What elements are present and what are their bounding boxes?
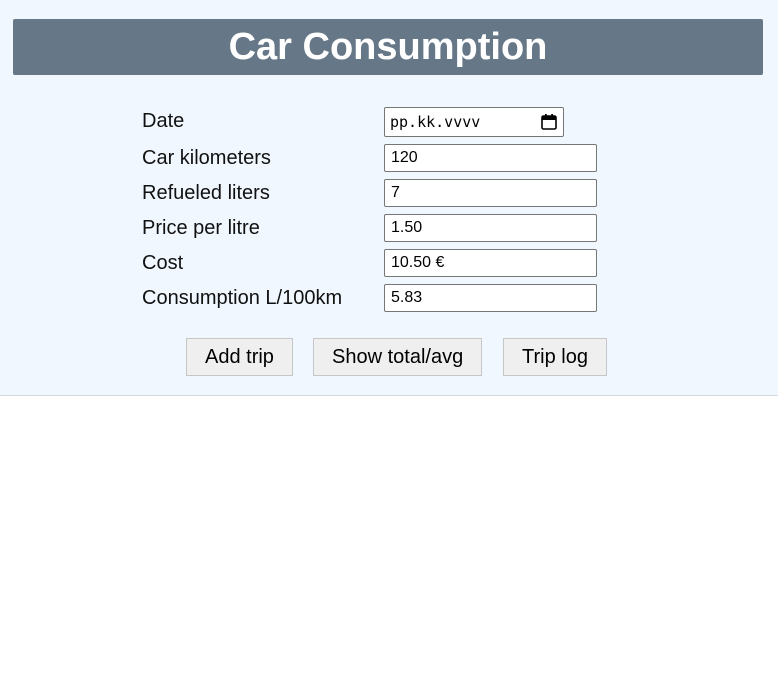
price-input[interactable] <box>384 214 597 242</box>
calendar-icon[interactable] <box>541 114 557 130</box>
consumption-label: Consumption L/100km <box>142 287 343 309</box>
add-trip-button[interactable]: Add trip <box>186 338 293 376</box>
date-row: Date pp.kk.vvvv <box>142 107 602 137</box>
cost-row: Cost <box>142 249 602 277</box>
price-row: Price per litre <box>142 214 602 242</box>
kilometers-row: Car kilometers <box>142 144 602 172</box>
date-placeholder: pp.kk.vvvv <box>390 113 481 131</box>
cost-input[interactable] <box>384 249 597 277</box>
date-label: Date <box>142 110 185 132</box>
kilometers-label: Car kilometers <box>142 147 271 169</box>
show-total-button[interactable]: Show total/avg <box>313 338 483 376</box>
price-label: Price per litre <box>142 217 260 239</box>
liters-label: Refueled liters <box>142 182 270 204</box>
cost-label: Cost <box>142 252 184 274</box>
header-bar: Car Consumption <box>13 19 763 75</box>
page-title: Car Consumption <box>228 26 548 68</box>
form-panel: Car Consumption Date pp.kk.vvvv Car kilo… <box>0 0 778 396</box>
consumption-row: Consumption L/100km <box>142 284 602 312</box>
kilometers-input[interactable] <box>384 144 597 172</box>
consumption-input[interactable] <box>384 284 597 312</box>
liters-row: Refueled liters <box>142 179 602 207</box>
date-input[interactable]: pp.kk.vvvv <box>384 107 564 137</box>
liters-input[interactable] <box>384 179 597 207</box>
trip-log-button[interactable]: Trip log <box>503 338 607 376</box>
